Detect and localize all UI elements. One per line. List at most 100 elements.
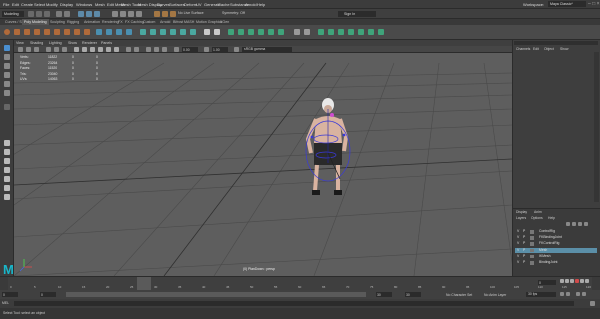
circularize-icon[interactable] [358,29,364,35]
select-tool-icon[interactable] [4,45,10,51]
fps-dropdown[interactable]: 30 fps [526,292,556,297]
render-settings-icon[interactable] [170,11,176,17]
isolate-select-icon[interactable] [134,47,139,52]
merge-icon[interactable] [258,29,264,35]
menu-curves[interactable]: Curves [157,2,170,7]
scale-tool-icon[interactable] [4,90,10,96]
menu-arnold[interactable]: Arnold [245,2,257,7]
anim-layer-dropdown[interactable]: No Anim Layer [484,293,506,297]
layer-color-swatch[interactable] [530,248,534,253]
smooth-icon[interactable] [116,29,122,35]
lighting-icon[interactable] [106,47,111,52]
visibility-toggle[interactable]: V [517,254,519,260]
channels-menu[interactable]: Channels [516,47,530,51]
shading-menu[interactable]: Shading [30,41,43,45]
renderer-menu[interactable]: Renderer [82,41,97,45]
reduce-icon[interactable] [248,29,254,35]
wrap-icon[interactable] [378,29,384,35]
poly-cone-icon[interactable] [34,29,40,35]
fill-hole-icon[interactable] [238,29,244,35]
view-menu[interactable]: View [16,41,24,45]
planar-map-icon[interactable] [214,29,220,35]
view-transform-dropdown[interactable]: sRGB gamma [242,47,292,52]
single-view-icon[interactable] [4,140,10,146]
object-menu[interactable]: Object [544,47,554,51]
side-by-side-icon[interactable] [4,158,10,164]
tab-display[interactable]: Display [516,210,527,214]
select-by-hierarchy-icon[interactable] [78,11,84,17]
poly-torus-icon[interactable] [44,29,50,35]
play-backward-icon[interactable] [570,279,574,283]
layer-row[interactable]: V P BindingJoint [515,260,597,266]
help-menu[interactable]: Help [548,216,555,220]
live-surface-label[interactable]: No Live Surface [178,11,204,15]
step-forward-icon[interactable] [580,279,584,283]
undo-icon[interactable] [56,11,62,17]
boolean-icon[interactable] [126,29,132,35]
resolution-gate-icon[interactable] [62,47,67,52]
visibility-toggle[interactable]: V [517,260,519,266]
multi-cut-icon[interactable] [180,29,186,35]
graph-editor-icon[interactable] [4,185,10,191]
command-language-toggle[interactable]: MEL [2,301,9,305]
layer-row[interactable]: V P IKMesh [515,254,597,260]
append-polygon-icon[interactable] [268,29,274,35]
extract-icon[interactable] [318,29,324,35]
menu-uv[interactable]: UV [196,2,202,7]
exposure-icon[interactable] [174,47,179,52]
new-empty-layer-icon[interactable] [578,222,582,226]
poly-sphere-icon[interactable] [4,29,10,35]
current-time-marker[interactable] [137,277,151,291]
textured-icon[interactable] [98,47,103,52]
make-live-icon[interactable] [304,29,310,35]
crease-icon[interactable] [368,29,374,35]
mirror-icon[interactable] [228,29,234,35]
depth-of-field-icon[interactable] [162,47,167,52]
snap-point-icon[interactable] [128,11,134,17]
xray-icon[interactable] [126,47,131,52]
options-menu[interactable]: Options [531,216,543,220]
bookmark-icon[interactable] [34,47,39,52]
range-slider[interactable] [66,292,366,297]
menu-create[interactable]: Create [21,2,33,7]
visibility-toggle[interactable]: V [517,248,519,254]
workspace-dropdown[interactable]: Maya Classic* [548,1,586,7]
audio-icon[interactable] [566,292,570,296]
lasso-tool-icon[interactable] [4,54,10,60]
playback-toggle[interactable]: P [523,248,525,254]
window-controls[interactable]: – □ × [588,1,600,7]
move-tool-icon[interactable] [4,72,10,78]
platonic-solid-icon[interactable] [74,29,80,35]
menu-surfaces[interactable]: Surfaces [169,2,185,7]
animation-prefs-icon[interactable] [582,292,586,296]
combine-icon[interactable] [96,29,102,35]
render-icon[interactable] [154,11,160,17]
go-to-end-icon[interactable] [585,279,589,283]
ipr-render-icon[interactable] [162,11,168,17]
show-menu[interactable]: Show [560,47,568,51]
poly-disc-icon[interactable] [64,29,70,35]
poke-icon[interactable] [338,29,344,35]
paint-select-icon[interactable] [4,63,10,69]
playback-end-field[interactable] [376,292,392,297]
sign-in-button[interactable]: Sign In [338,11,376,17]
exposure-field[interactable] [182,47,198,52]
target-weld-icon[interactable] [190,29,196,35]
save-scene-icon[interactable] [44,11,50,17]
menu-mesh[interactable]: Mesh [95,2,105,7]
select-by-component-icon[interactable] [94,11,100,17]
auto-key-icon[interactable] [576,292,580,296]
step-back-icon[interactable] [565,279,569,283]
animation-start-field[interactable] [2,292,18,297]
menu-file[interactable]: File [3,2,9,7]
last-tool-icon[interactable] [4,104,10,110]
open-scene-icon[interactable] [36,11,42,17]
snap-view-plane-icon[interactable] [136,11,142,17]
layer-row[interactable]: V P FKControlRig [515,241,597,247]
layers-menu[interactable]: Layers [516,216,526,220]
menu-help[interactable]: Help [257,2,265,7]
loop-icon[interactable] [560,292,564,296]
layer-color-swatch[interactable] [530,261,534,265]
layer-row[interactable]: V P ControlRig [515,229,597,235]
tab-anim[interactable]: Anim [534,210,542,214]
